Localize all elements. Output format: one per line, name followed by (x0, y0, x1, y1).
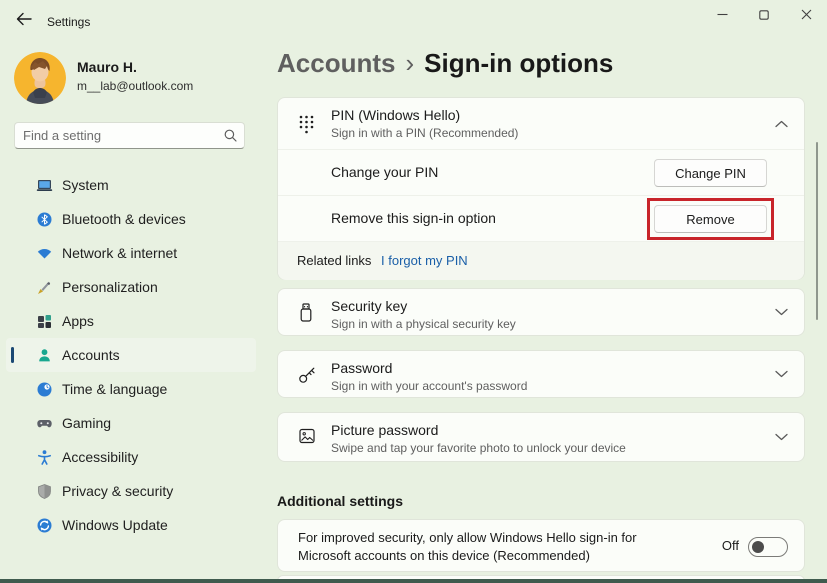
pin-card-header[interactable]: PIN (Windows Hello) Sign in with a PIN (… (278, 98, 804, 149)
gaming-icon (36, 415, 53, 432)
accounts-icon (36, 347, 53, 364)
network-icon (36, 245, 53, 262)
back-button[interactable] (12, 10, 36, 32)
pin-card-subtitle: Sign in with a PIN (Recommended) (331, 126, 518, 140)
change-pin-row: Change your PIN Change PIN (278, 149, 804, 195)
search-input[interactable] (15, 128, 216, 143)
sidebar-item-apps[interactable]: Apps (6, 304, 256, 338)
picture-password-icon (297, 426, 317, 451)
privacy-icon (36, 483, 53, 500)
chevron-down-icon (775, 365, 788, 383)
apps-icon (36, 313, 53, 330)
breadcrumb-accounts[interactable]: Accounts (277, 48, 395, 78)
page-title: Sign-in options (424, 48, 613, 78)
sidebar-item-time-language[interactable]: Time & language (6, 372, 256, 406)
pin-card-title: PIN (Windows Hello) (331, 107, 518, 123)
user-name: Mauro H. (77, 59, 137, 75)
additional-settings-heading: Additional settings (277, 493, 403, 509)
toggle-knob (752, 541, 764, 553)
pin-card: PIN (Windows Hello) Sign in with a PIN (… (277, 97, 805, 280)
sidebar-item-windows-update[interactable]: Windows Update (6, 508, 256, 542)
forgot-pin-link[interactable]: I forgot my PIN (381, 253, 468, 268)
remove-button[interactable]: Remove (654, 205, 767, 233)
back-arrow-icon (16, 12, 32, 31)
close-button[interactable] (785, 0, 827, 32)
accessibility-icon (36, 449, 53, 466)
sidebar-item-privacy-security[interactable]: Privacy & security (6, 474, 256, 508)
chevron-up-icon (775, 115, 788, 133)
chevron-down-icon (775, 428, 788, 446)
breadcrumb-separator: › (405, 48, 414, 78)
avatar (14, 52, 66, 104)
chevron-down-icon (775, 303, 788, 321)
personalization-icon (36, 279, 53, 296)
password-card[interactable]: Password Sign in with your account's pas… (277, 350, 805, 398)
security-key-card[interactable]: Security key Sign in with a physical sec… (277, 288, 805, 336)
breadcrumb: Accounts › Sign-in options (277, 48, 613, 79)
user-email: m__lab@outlook.com (77, 79, 193, 93)
windows-hello-only-description: For improved security, only allow Window… (298, 529, 637, 565)
sidebar-item-accounts[interactable]: Accounts (6, 338, 256, 372)
windows-hello-only-card: For improved security, only allow Window… (277, 519, 805, 572)
sidebar-item-accessibility[interactable]: Accessibility (6, 440, 256, 474)
password-key-icon (297, 364, 318, 390)
windows-hello-only-toggle[interactable] (748, 537, 788, 557)
sidebar-item-bluetooth[interactable]: Bluetooth & devices (6, 202, 256, 236)
security-key-icon (297, 302, 315, 329)
window-title: Settings (47, 15, 90, 29)
window-bottom-edge (0, 579, 827, 583)
search-icon (216, 129, 244, 142)
picture-password-card[interactable]: Picture password Swipe and tap your favo… (277, 412, 805, 462)
search-box (14, 122, 245, 149)
related-links-row: Related links I forgot my PIN (278, 241, 804, 280)
maximize-button[interactable] (743, 0, 785, 32)
pin-keypad-icon (297, 113, 316, 139)
close-icon (801, 7, 812, 25)
toggle-state-label: Off (722, 538, 739, 553)
maximize-icon (759, 7, 769, 25)
sidebar-item-gaming[interactable]: Gaming (6, 406, 256, 440)
change-pin-button[interactable]: Change PIN (654, 159, 767, 187)
minimize-icon (717, 7, 728, 25)
settings-window: Settings Mauro H. m__lab@outlook.com (0, 0, 827, 583)
bluetooth-icon (36, 211, 53, 228)
sidebar-item-system[interactable]: System (6, 168, 256, 202)
sidebar-item-personalization[interactable]: Personalization (6, 270, 256, 304)
system-icon (36, 177, 53, 194)
remove-pin-row: Remove this sign-in option Remove (278, 195, 804, 241)
sidebar-item-network[interactable]: Network & internet (6, 236, 256, 270)
sidebar: System Bluetooth & devices Network & int… (6, 168, 256, 542)
vertical-scrollbar[interactable] (816, 142, 818, 320)
titlebar: Settings (0, 0, 827, 40)
windows-update-icon (36, 517, 53, 534)
selected-indicator (11, 347, 14, 363)
minimize-button[interactable] (701, 0, 743, 32)
related-links-label: Related links (297, 253, 371, 268)
time-language-icon (36, 381, 53, 398)
